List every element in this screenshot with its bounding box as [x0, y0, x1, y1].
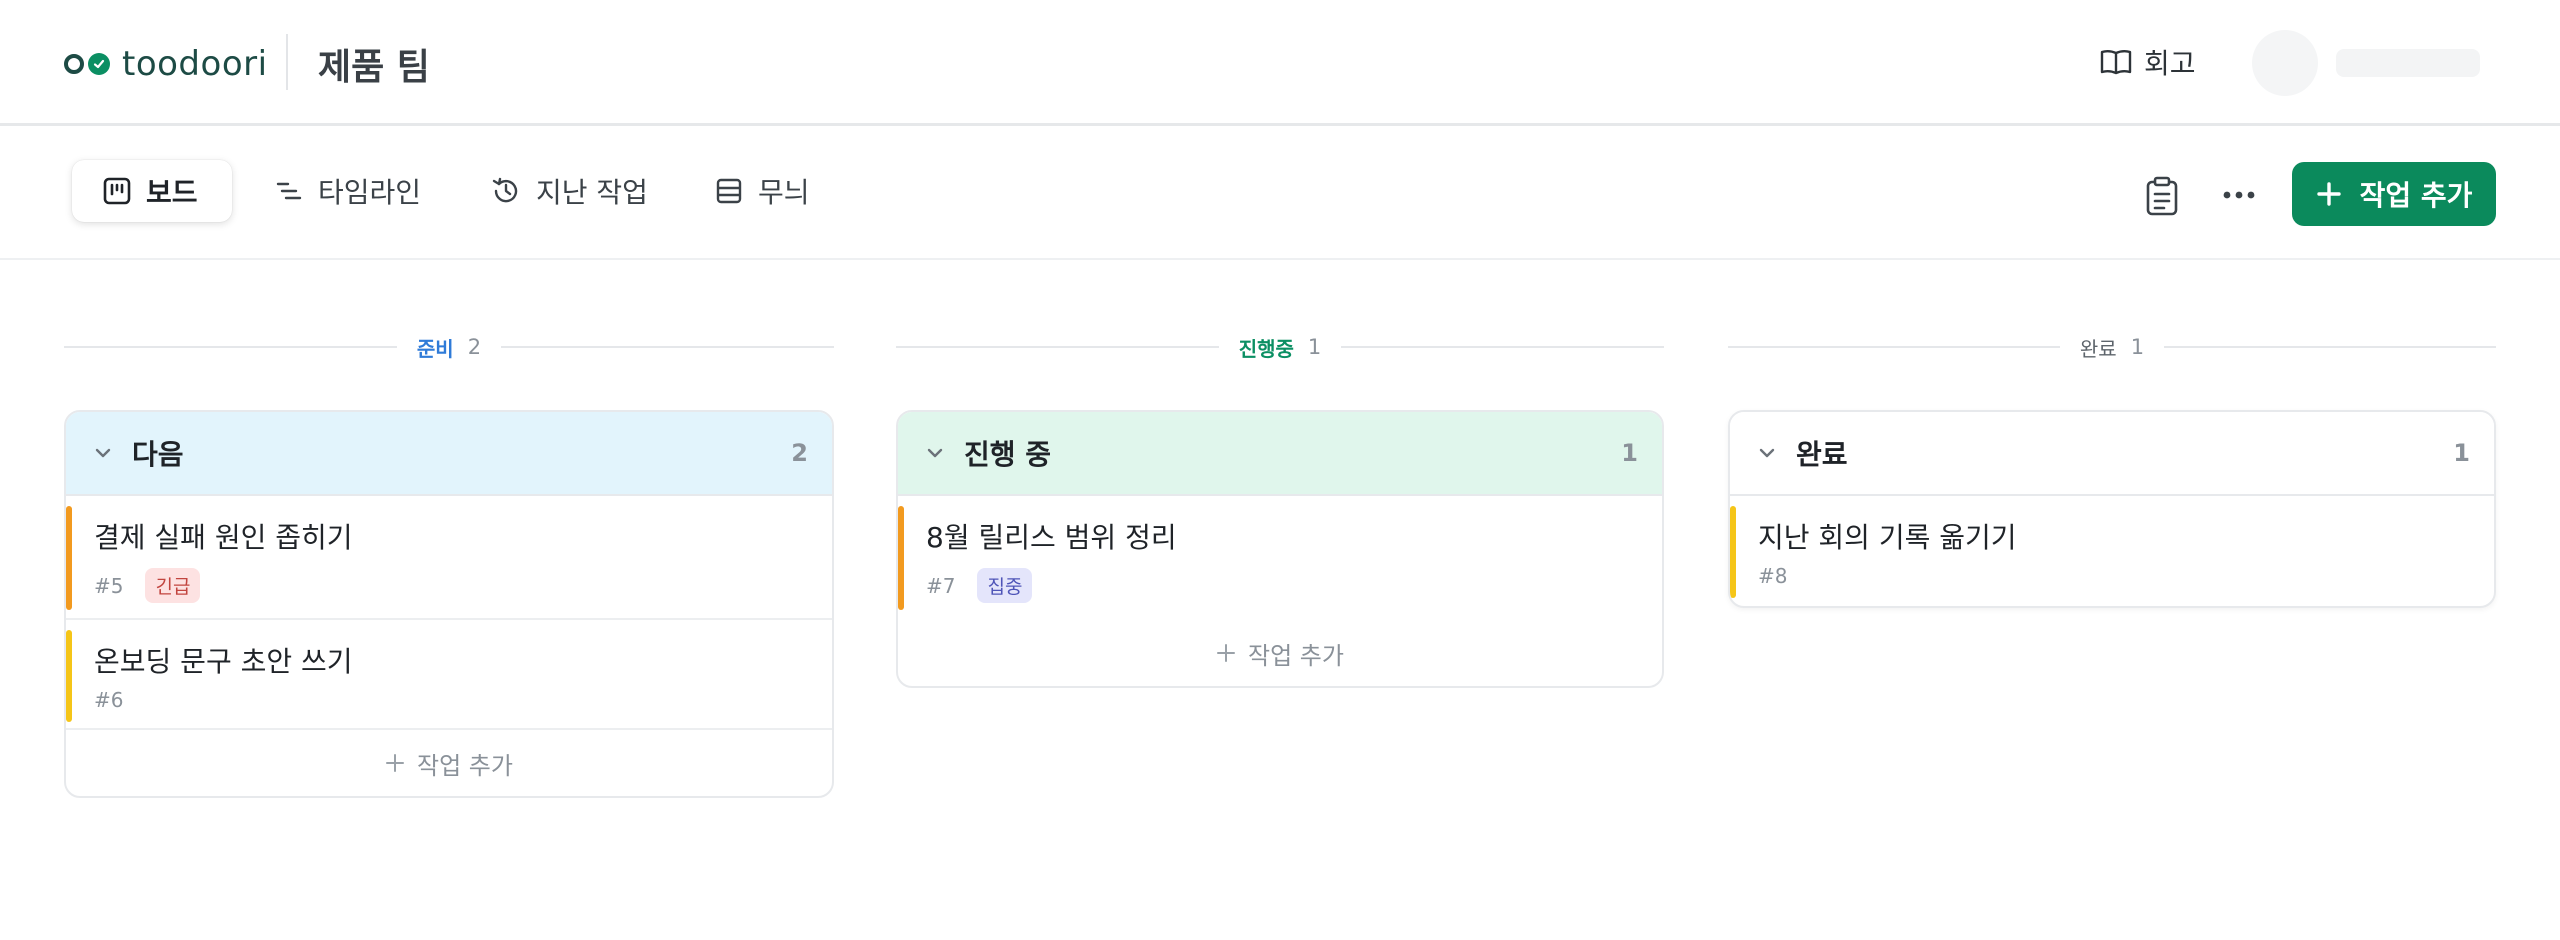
- tab-timeline-label: 타임라인: [318, 176, 422, 209]
- plus-icon: [386, 754, 405, 772]
- task-group-next: 다음 2 결제 실패 원인 좁히기 #5 긴급 온보딩 문구 초안 쓰기 #6 …: [64, 410, 834, 798]
- timeline-icon: [276, 182, 302, 200]
- group-header[interactable]: 다음 2: [66, 412, 832, 496]
- task-title: 결제 실패 원인 좁히기: [94, 521, 353, 554]
- task-group-done: 완료 1 지난 회의 기록 옮기기 #8: [1728, 410, 2496, 608]
- tab-pattern[interactable]: 무늬: [684, 160, 840, 222]
- status-count: 2: [467, 335, 482, 359]
- logo-text: toodoori: [122, 44, 268, 84]
- priority-bar: [66, 506, 72, 610]
- task-card[interactable]: 온보딩 문구 초안 쓰기 #6: [66, 620, 832, 730]
- status-label: 완료: [2079, 336, 2117, 361]
- group-count: 1: [1621, 439, 1638, 467]
- group-title: 다음: [132, 438, 184, 471]
- logo-mark: [64, 53, 110, 75]
- add-task-row[interactable]: 작업 추가: [898, 620, 1662, 686]
- task-title: 온보딩 문구 초안 쓰기: [94, 645, 353, 678]
- task-title: 지난 회의 기록 옮기기: [1758, 521, 2017, 554]
- tab-board[interactable]: 보드: [72, 160, 232, 222]
- notes-button[interactable]: [2144, 176, 2180, 220]
- user-name-placeholder: [2336, 49, 2480, 77]
- task-group-in-progress: 진행 중 1 8월 릴리스 범위 정리 #7 집중 작업 추가: [896, 410, 1664, 688]
- list-icon: [716, 178, 742, 204]
- plus-icon: [2316, 182, 2341, 206]
- task-id: #8: [1758, 564, 1788, 588]
- tab-board-label: 보드: [146, 176, 198, 209]
- avatar[interactable]: [2252, 30, 2318, 96]
- group-count: 2: [791, 439, 808, 467]
- chevron-down-icon[interactable]: [926, 447, 954, 459]
- app-header: toodoori 제품 팀 회고: [0, 0, 2560, 126]
- status-label: 진행중: [1238, 336, 1294, 361]
- task-id: #7: [926, 573, 956, 598]
- task-card[interactable]: 지난 회의 기록 옮기기 #8: [1730, 496, 2494, 606]
- add-task-row-label: 작업 추가: [417, 751, 513, 780]
- add-task-row[interactable]: 작업 추가: [66, 730, 832, 796]
- tab-past-tasks[interactable]: 지난 작업: [460, 160, 678, 222]
- view-toolbar: 보드 타임라인 지난 작업 무늬 작업 추가: [0, 126, 2560, 260]
- chevron-down-icon[interactable]: [1758, 447, 1786, 459]
- column-status-in-progress: 진행중 1: [896, 330, 1665, 364]
- status-count: 1: [1307, 335, 1322, 359]
- plus-icon: [1217, 644, 1236, 662]
- column-status-ready: 준비 2: [64, 330, 834, 364]
- add-task-button[interactable]: 작업 추가: [2292, 162, 2496, 226]
- header-divider: [286, 34, 288, 90]
- app-logo[interactable]: toodoori: [64, 40, 268, 88]
- logo-circle-icon: [64, 54, 84, 74]
- chevron-down-icon[interactable]: [94, 447, 122, 459]
- add-task-row-label: 작업 추가: [1248, 641, 1344, 670]
- board-icon: [103, 177, 131, 205]
- clipboard-icon: [2146, 176, 2178, 216]
- task-id: #5: [94, 573, 124, 598]
- group-header[interactable]: 완료 1: [1730, 412, 2494, 496]
- status-count: 1: [2130, 335, 2145, 359]
- task-title: 8월 릴리스 범위 정리: [926, 521, 1177, 554]
- task-id: #6: [94, 688, 124, 712]
- add-task-label: 작업 추가: [2359, 179, 2473, 212]
- tab-timeline[interactable]: 타임라인: [244, 160, 451, 222]
- more-button[interactable]: [2222, 186, 2256, 205]
- tab-pattern-label: 무늬: [758, 176, 810, 209]
- priority-bar: [66, 630, 72, 722]
- priority-bar: [898, 506, 904, 610]
- tab-past-label: 지난 작업: [536, 176, 648, 209]
- retro-label: 회고: [2144, 47, 2196, 80]
- more-icon: [2223, 191, 2255, 199]
- tag-badge: 집중: [977, 568, 1033, 603]
- task-card[interactable]: 8월 릴리스 범위 정리 #7 집중: [898, 496, 1662, 620]
- tag-badge: 긴급: [145, 568, 201, 603]
- column-status-done: 완료 1: [1728, 330, 2496, 364]
- team-name[interactable]: 제품 팀: [318, 38, 430, 90]
- priority-bar: [1730, 506, 1736, 598]
- group-header[interactable]: 진행 중 1: [898, 412, 1662, 496]
- group-count: 1: [2453, 439, 2470, 467]
- group-title: 완료: [1796, 438, 1848, 471]
- logo-check-icon: [88, 53, 110, 75]
- retro-link[interactable]: 회고: [2100, 42, 2196, 82]
- status-label: 준비: [416, 336, 454, 361]
- group-title: 진행 중: [964, 438, 1052, 471]
- book-icon: [2100, 50, 2132, 75]
- task-card[interactable]: 결제 실패 원인 좁히기 #5 긴급: [66, 496, 832, 620]
- history-icon: [492, 177, 518, 203]
